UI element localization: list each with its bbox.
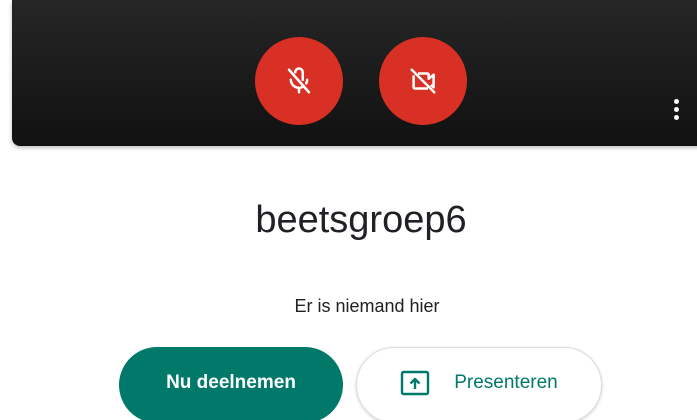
mic-off-icon: [287, 67, 311, 94]
meeting-title: beetsgroep6: [255, 199, 467, 241]
join-now-button[interactable]: Nu deelnemen: [119, 347, 343, 420]
more-options-button[interactable]: [664, 94, 688, 124]
mic-toggle-button[interactable]: [255, 37, 343, 125]
more-dot: [673, 114, 679, 120]
more-dot: [673, 106, 679, 112]
join-now-label: Nu deelnemen: [166, 372, 296, 393]
present-button[interactable]: Presenteren: [356, 347, 602, 420]
present-screen-icon: [400, 370, 430, 396]
camera-toggle-button[interactable]: [379, 37, 467, 125]
video-preview: [12, 0, 697, 146]
camera-off-icon: [410, 68, 436, 94]
meeting-lobby: beetsgroep6 Er is niemand hier Nu deelne…: [0, 0, 697, 420]
present-label: Presenteren: [454, 372, 558, 393]
participants-status: Er is niemand hier: [294, 296, 440, 316]
more-vertical-icon: [673, 98, 679, 104]
